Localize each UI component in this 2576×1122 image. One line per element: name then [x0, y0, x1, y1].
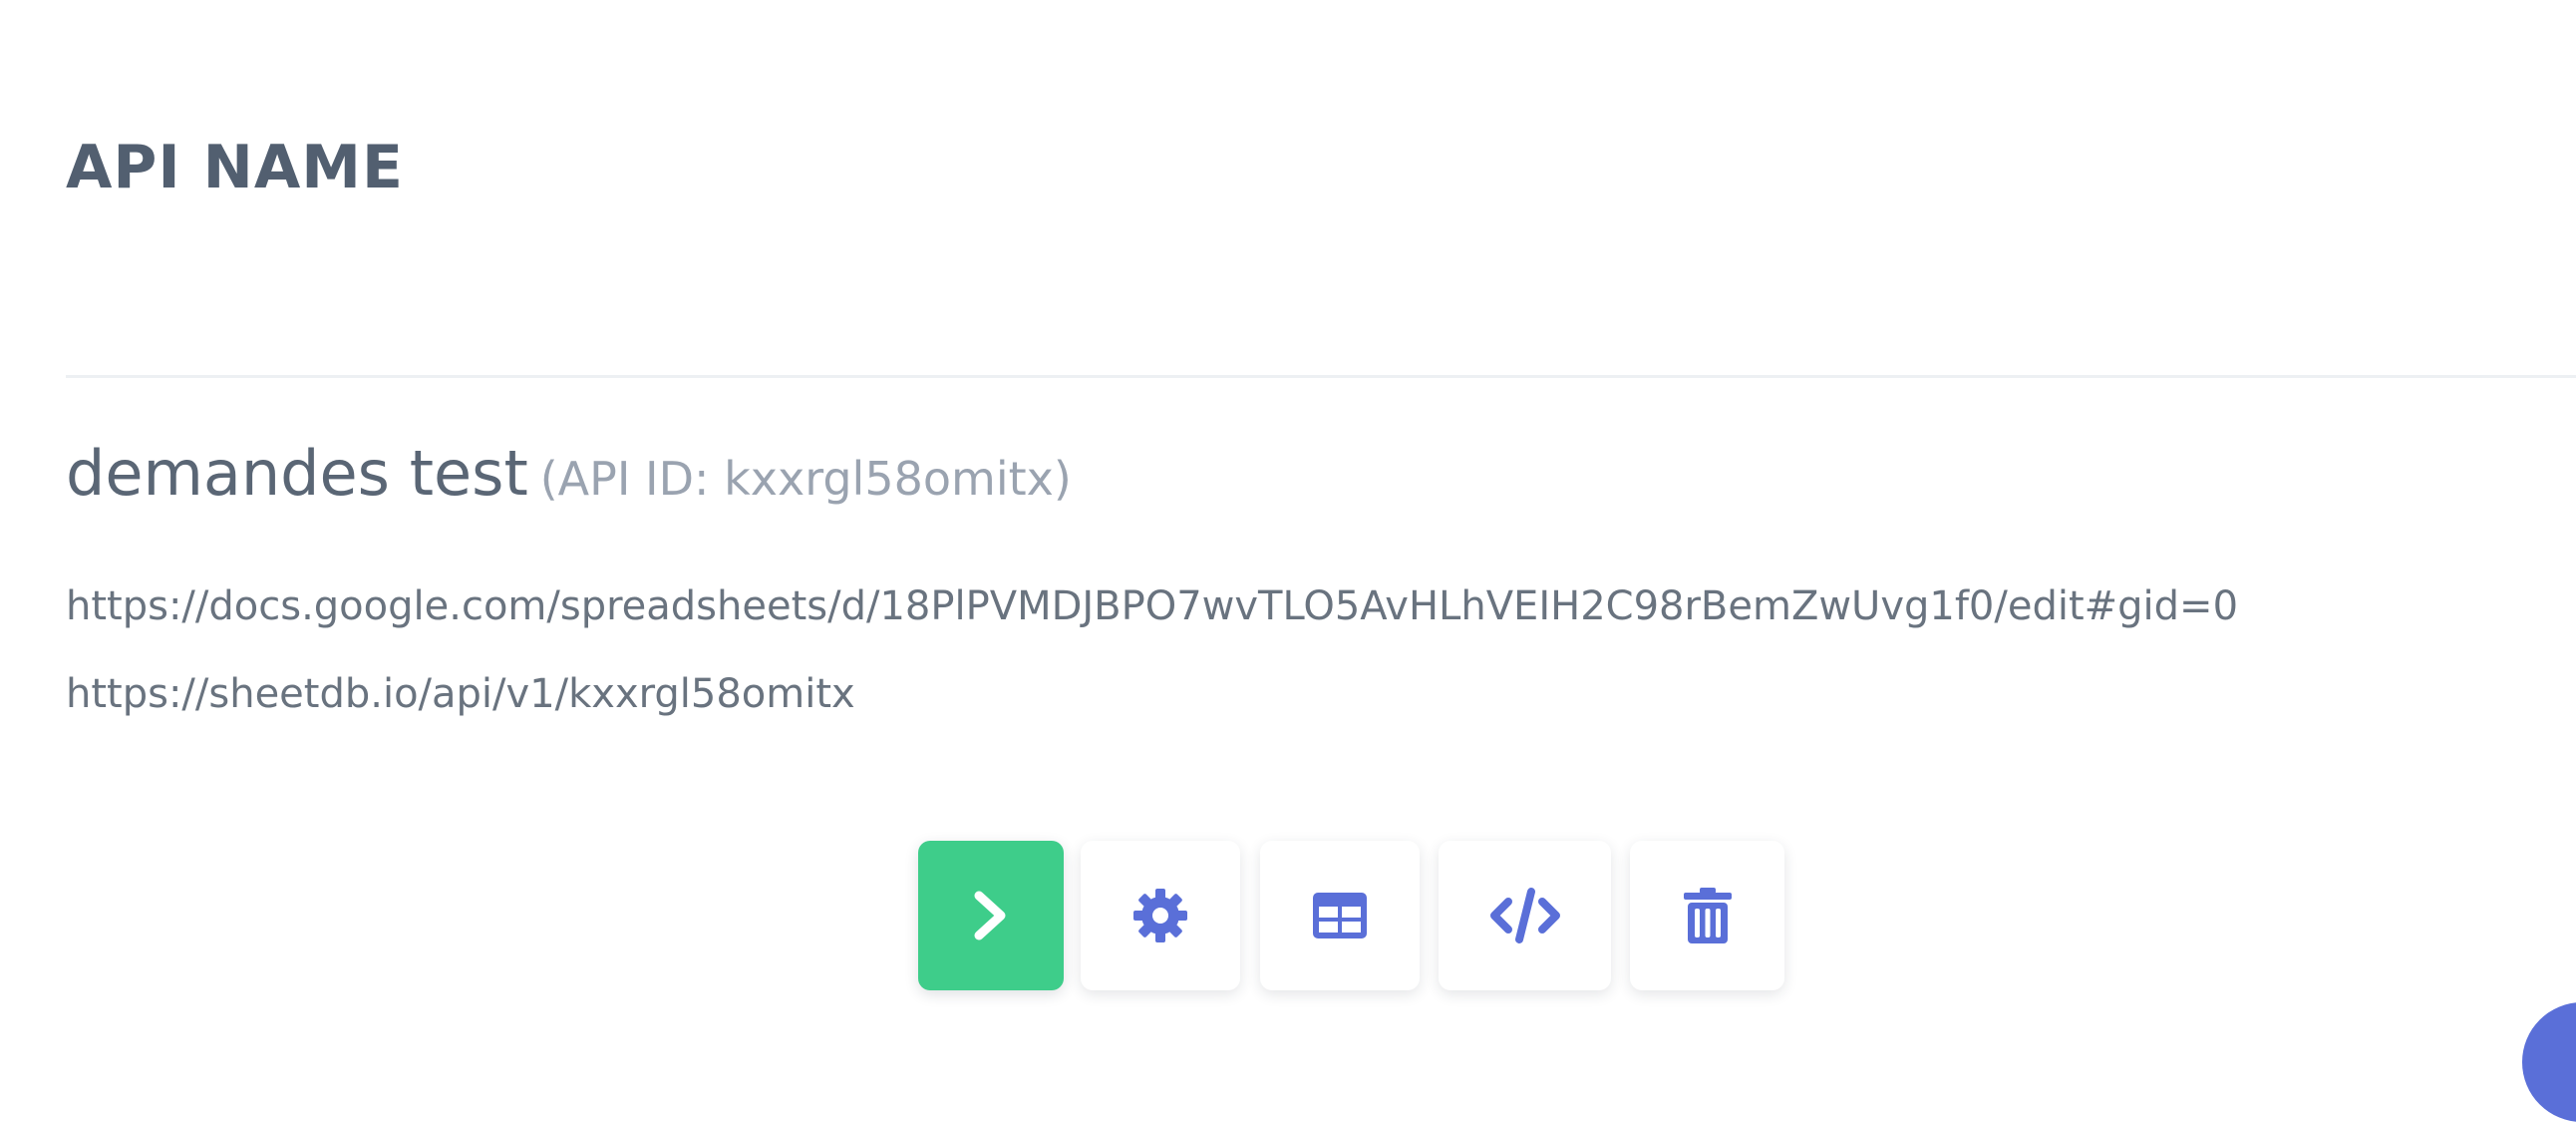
- chat-launcher-button[interactable]: [2522, 1002, 2576, 1122]
- api-url[interactable]: https://sheetdb.io/api/v1/kxxrgl58omitx: [66, 671, 855, 717]
- trash-icon: [1682, 886, 1734, 945]
- run-button[interactable]: [918, 841, 1064, 990]
- section-title: API NAME: [66, 133, 404, 202]
- table-icon: [1311, 891, 1369, 940]
- delete-button[interactable]: [1630, 841, 1784, 990]
- gear-icon: [1131, 887, 1189, 944]
- api-name: demandes test: [66, 437, 528, 510]
- chevron-right-icon: [969, 890, 1013, 941]
- api-id: (API ID: kxxrgl58omitx): [539, 452, 1072, 506]
- code-icon: [1488, 886, 1562, 945]
- settings-button[interactable]: [1081, 841, 1240, 990]
- divider: [66, 375, 2576, 378]
- table-button[interactable]: [1260, 841, 1420, 990]
- spreadsheet-url[interactable]: https://docs.google.com/spreadsheets/d/1…: [66, 583, 2238, 629]
- code-button[interactable]: [1439, 841, 1611, 990]
- api-heading: demandes test (API ID: kxxrgl58omitx): [66, 437, 1072, 510]
